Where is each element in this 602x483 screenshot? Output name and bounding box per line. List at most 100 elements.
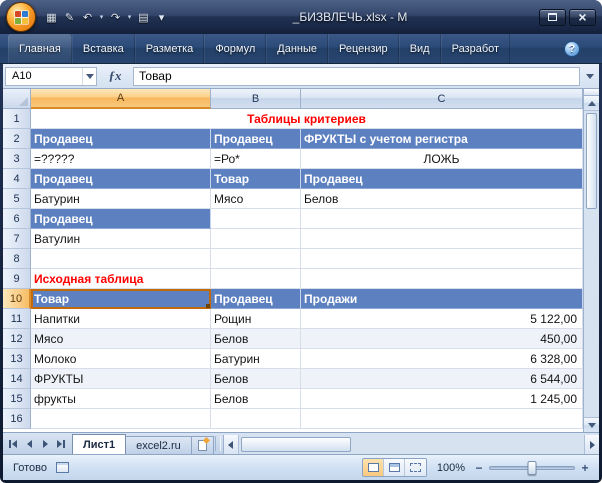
zoom-track[interactable] xyxy=(489,466,575,470)
ribbon-tab-review[interactable]: Рецензир xyxy=(328,34,399,63)
column-header-b[interactable]: B xyxy=(211,89,301,109)
customize-qat-icon[interactable]: ▾ xyxy=(153,8,170,26)
cell-c5[interactable]: Белов xyxy=(301,189,583,209)
cell-b14[interactable]: Белов xyxy=(211,369,301,389)
zoom-thumb[interactable] xyxy=(528,461,537,475)
page-break-view-button[interactable] xyxy=(405,459,426,476)
close-button[interactable]: × xyxy=(569,9,596,26)
cell-c2[interactable]: ФРУКТЫ с учетом регистра xyxy=(301,129,583,149)
cell-c16[interactable] xyxy=(301,409,583,429)
horizontal-scroll-track[interactable] xyxy=(353,435,584,454)
cell-b13[interactable]: Батурин xyxy=(211,349,301,369)
cell-b16[interactable] xyxy=(211,409,301,429)
cell-a9[interactable]: Исходная таблица xyxy=(31,269,211,289)
normal-view-button[interactable] xyxy=(363,459,384,476)
previous-sheet-button[interactable] xyxy=(21,433,37,454)
ribbon-tab-page-layout[interactable]: Разметка xyxy=(135,34,205,63)
row-header-14[interactable]: 14 xyxy=(3,369,31,389)
cell-c6[interactable] xyxy=(301,209,583,229)
first-sheet-button[interactable] xyxy=(5,433,21,454)
sheet-tab-excel2-ru[interactable]: excel2.ru xyxy=(125,436,192,454)
column-header-c[interactable]: C xyxy=(301,89,583,109)
cell-c4[interactable]: Продавец xyxy=(301,169,583,189)
cell-a10[interactable]: Товар xyxy=(31,289,211,309)
zoom-in-button[interactable]: + xyxy=(579,461,591,475)
cell-a4[interactable]: Продавец xyxy=(31,169,211,189)
sheet-tab-list1[interactable]: Лист1 xyxy=(72,434,126,454)
cell-a6[interactable]: Продавец xyxy=(31,209,211,229)
zoom-level[interactable]: 100% xyxy=(435,462,465,474)
cell-b8[interactable] xyxy=(211,249,301,269)
column-header-a[interactable]: A xyxy=(31,89,211,109)
cell-c11[interactable]: 5 122,00 xyxy=(301,309,583,329)
cell-c12[interactable]: 450,00 xyxy=(301,329,583,349)
cell-c7[interactable] xyxy=(301,229,583,249)
ribbon-tab-insert[interactable]: Вставка xyxy=(72,34,135,63)
row-header-5[interactable]: 5 xyxy=(3,189,31,209)
undo-icon[interactable]: ↶ xyxy=(79,8,96,26)
cell-a7[interactable]: Ватулин xyxy=(31,229,211,249)
cell-b7[interactable] xyxy=(211,229,301,249)
cell-b9[interactable] xyxy=(211,269,301,289)
cell-a3[interactable]: =????? xyxy=(31,149,211,169)
cell-a11[interactable]: Напитки xyxy=(31,309,211,329)
save-icon[interactable]: ▦ xyxy=(43,8,60,26)
office-button[interactable] xyxy=(6,2,36,32)
cell-c15[interactable]: 1 245,00 xyxy=(301,389,583,409)
ribbon-tab-data[interactable]: Данные xyxy=(266,34,328,63)
name-box[interactable]: A10 xyxy=(5,67,97,86)
formula-input[interactable]: Товар xyxy=(133,67,580,86)
cell-a16[interactable] xyxy=(31,409,211,429)
cell-a1[interactable]: Таблицы критериев xyxy=(31,109,583,129)
cell-b12[interactable]: Белов xyxy=(211,329,301,349)
cell-b15[interactable]: Белов xyxy=(211,389,301,409)
maximize-button[interactable] xyxy=(539,9,566,26)
ribbon-tab-formulas[interactable]: Формул xyxy=(204,34,266,63)
row-header-1[interactable]: 1 xyxy=(3,109,31,129)
horizontal-scroll-thumb[interactable] xyxy=(241,437,351,452)
macro-record-icon[interactable] xyxy=(56,462,69,473)
cell-c13[interactable]: 6 328,00 xyxy=(301,349,583,369)
edit-icon[interactable]: ✎ xyxy=(61,8,78,26)
scroll-up-button[interactable] xyxy=(584,96,599,111)
cell-a8[interactable] xyxy=(31,249,211,269)
scroll-right-button[interactable] xyxy=(584,435,599,454)
row-header-2[interactable]: 2 xyxy=(3,129,31,149)
undo-dropdown-icon[interactable]: ▾ xyxy=(97,8,106,26)
cell-c14[interactable]: 6 544,00 xyxy=(301,369,583,389)
row-header-16[interactable]: 16 xyxy=(3,409,31,429)
scroll-down-button[interactable] xyxy=(584,417,599,432)
tab-splitter[interactable] xyxy=(215,436,221,451)
scroll-left-button[interactable] xyxy=(224,435,239,454)
expand-formula-bar-button[interactable] xyxy=(583,67,597,86)
cell-b5[interactable]: Мясо xyxy=(211,189,301,209)
cell-a2[interactable]: Продавец xyxy=(31,129,211,149)
cell-b2[interactable]: Продавец xyxy=(211,129,301,149)
cell-c8[interactable] xyxy=(301,249,583,269)
row-header-13[interactable]: 13 xyxy=(3,349,31,369)
vertical-scroll-thumb[interactable] xyxy=(586,113,597,209)
cell-a13[interactable]: Молоко xyxy=(31,349,211,369)
cell-b4[interactable]: Товар xyxy=(211,169,301,189)
next-sheet-button[interactable] xyxy=(37,433,53,454)
vertical-scrollbar[interactable] xyxy=(583,89,599,432)
row-header-7[interactable]: 7 xyxy=(3,229,31,249)
row-header-11[interactable]: 11 xyxy=(3,309,31,329)
cell-b11[interactable]: Рощин xyxy=(211,309,301,329)
insert-worksheet-tab[interactable] xyxy=(191,436,214,454)
cell-b10[interactable]: Продавец xyxy=(211,289,301,309)
print-icon[interactable]: ▤ xyxy=(135,8,152,26)
row-header-3[interactable]: 3 xyxy=(3,149,31,169)
cell-a12[interactable]: Мясо xyxy=(31,329,211,349)
cell-c9[interactable] xyxy=(301,269,583,289)
row-header-9[interactable]: 9 xyxy=(3,269,31,289)
row-header-12[interactable]: 12 xyxy=(3,329,31,349)
zoom-out-button[interactable]: − xyxy=(473,461,485,475)
cell-b6[interactable] xyxy=(211,209,301,229)
row-header-6[interactable]: 6 xyxy=(3,209,31,229)
last-sheet-button[interactable] xyxy=(53,433,69,454)
page-layout-view-button[interactable] xyxy=(384,459,405,476)
select-all-button[interactable] xyxy=(3,89,31,109)
row-header-8[interactable]: 8 xyxy=(3,249,31,269)
ribbon-tab-home[interactable]: Главная xyxy=(8,34,72,63)
